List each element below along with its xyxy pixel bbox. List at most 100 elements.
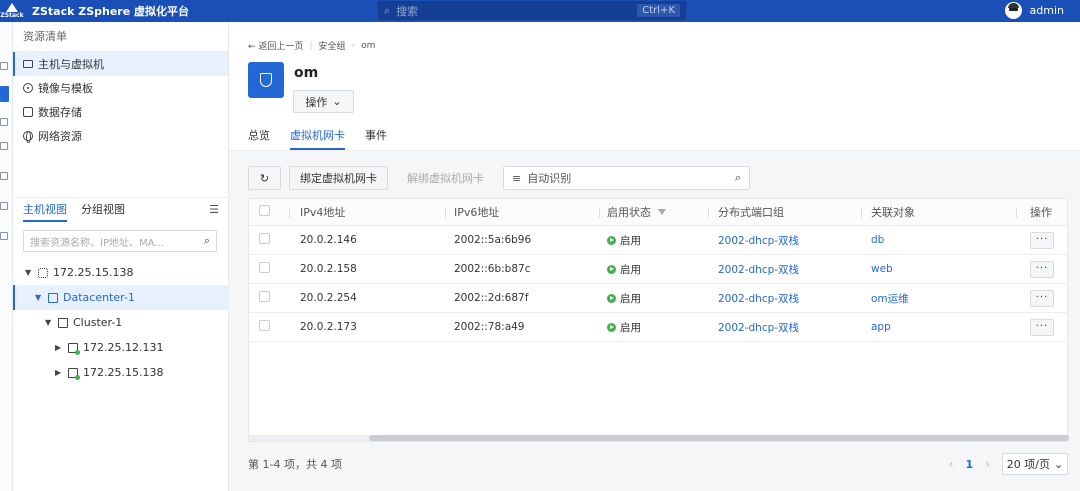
pagination: ‹ 1 › 20 项/页 ⌄ <box>949 453 1068 475</box>
database-icon <box>23 107 33 117</box>
icon-rail <box>0 22 13 491</box>
row-checkbox[interactable] <box>259 262 270 276</box>
table-row[interactable]: 20.0.2.158 2002::6b:b87c 启用 2002-dhcp-双栈… <box>249 255 1067 284</box>
search-icon[interactable]: ⌕ <box>735 171 741 185</box>
row-more-button[interactable]: ··· <box>1030 231 1054 249</box>
row-checkbox[interactable] <box>259 233 270 247</box>
refresh-icon: ↻ <box>259 171 270 185</box>
tree-node[interactable]: ▼ 172.25.15.138 <box>13 260 229 285</box>
status-text: 启用 <box>620 263 641 276</box>
enabled-status-icon <box>607 322 616 332</box>
col-ipv4[interactable]: IPv4地址 <box>300 204 345 220</box>
row-checkbox[interactable] <box>259 320 270 334</box>
refresh-button[interactable]: ↻ <box>248 166 281 190</box>
filter-input[interactable]: ≡ 自动识别 ⌕ <box>503 166 750 190</box>
col-object[interactable]: 关联对象 <box>871 204 915 220</box>
global-search[interactable]: ⌕ 搜索 Ctrl+K <box>378 1 686 20</box>
chevron-down-icon: ⌄ <box>1053 457 1064 471</box>
cell-object-link[interactable]: om运维 <box>871 291 909 306</box>
tab-host-view[interactable]: 主机视图 <box>23 198 67 222</box>
cell-object-link[interactable]: db <box>871 234 884 246</box>
caret-down-icon[interactable]: ▼ <box>45 318 53 327</box>
sidebar-item-network[interactable]: 网络资源 <box>13 124 228 148</box>
user-name[interactable]: admin <box>1030 4 1064 17</box>
logo-text: ZStack <box>0 12 24 19</box>
select-all-checkbox[interactable] <box>259 205 270 219</box>
nic-panel: ↻ 绑定虚拟机网卡 解绑虚拟机网卡 ≡ 自动识别 ⌕ IPv4地址 IPv6地址… <box>229 151 1080 491</box>
view-tabs: 主机视图 分组视图 ☰ <box>13 197 229 222</box>
sidebar-item-hosts-vms[interactable]: 主机与虚拟机 <box>13 52 228 76</box>
prev-page-icon[interactable]: ‹ <box>949 457 954 471</box>
rail-nav-icon[interactable] <box>0 202 8 210</box>
zstack-logo[interactable]: ZStack <box>0 0 24 22</box>
tab-events[interactable]: 事件 <box>365 122 387 150</box>
next-page-icon[interactable]: › <box>985 457 990 471</box>
tab-vm-nics[interactable]: 虚拟机网卡 <box>290 122 345 150</box>
horizontal-scrollbar-thumb[interactable] <box>369 435 1069 441</box>
rail-nav-icon[interactable] <box>0 62 8 70</box>
user-menu[interactable]: admin <box>1004 2 1064 19</box>
rail-nav-icon[interactable] <box>0 142 8 150</box>
column-separator <box>708 207 709 218</box>
col-portgroup[interactable]: 分布式端口组 <box>718 204 784 220</box>
rail-nav-icon[interactable] <box>0 172 8 180</box>
column-separator <box>289 207 290 218</box>
current-page[interactable]: 1 <box>966 458 974 471</box>
actions-button[interactable]: 操作 ⌄ <box>293 90 354 113</box>
globe-icon <box>23 131 33 143</box>
avatar[interactable] <box>1004 2 1022 19</box>
cell-object-link[interactable]: app <box>871 321 891 333</box>
table-row[interactable]: 20.0.2.173 2002::78:a49 启用 2002-dhcp-双栈 … <box>249 313 1067 342</box>
row-more-button[interactable]: ··· <box>1030 289 1054 307</box>
cell-portgroup-link[interactable]: 2002-dhcp-双栈 <box>718 320 799 335</box>
group-icon <box>38 267 48 278</box>
caret-right-icon[interactable]: ▶ <box>55 343 63 352</box>
column-separator <box>445 207 446 218</box>
col-ipv6[interactable]: IPv6地址 <box>454 204 499 220</box>
tab-overview[interactable]: 总览 <box>248 122 270 150</box>
breadcrumb-parent[interactable]: 安全组 <box>318 39 345 52</box>
cell-portgroup-link[interactable]: 2002-dhcp-双栈 <box>718 262 799 277</box>
bind-nic-button[interactable]: 绑定虚拟机网卡 <box>289 166 388 190</box>
shield-icon <box>260 73 272 87</box>
page-size-value: 20 项/页 <box>1006 458 1050 471</box>
app-title: ZStack ZSphere 虚拟化平台 <box>32 5 190 18</box>
row-checkbox[interactable] <box>259 291 270 305</box>
tree-node-label: 172.25.12.131 <box>83 341 164 354</box>
sidebar-item-images[interactable]: 镜像与模板 <box>13 76 228 100</box>
cell-status: 启用 <box>607 233 641 248</box>
sidebar-item-label: 主机与虚拟机 <box>38 58 104 71</box>
rail-resources-icon[interactable] <box>0 86 9 102</box>
nic-table: IPv4地址 IPv6地址 启用状态 分布式端口组 关联对象 操作 20.0.2… <box>248 198 1069 442</box>
table-row[interactable]: 20.0.2.146 2002::5a:6b96 启用 2002-dhcp-双栈… <box>249 226 1067 255</box>
unbind-nic-button[interactable]: 解绑虚拟机网卡 <box>396 166 495 190</box>
filter-lines-icon: ≡ <box>512 171 522 185</box>
filter-funnel-icon[interactable] <box>658 209 666 215</box>
row-more-button[interactable]: ··· <box>1030 260 1054 278</box>
tree-node[interactable]: ▶ 172.25.15.138 <box>13 360 229 385</box>
caret-down-icon[interactable]: ▼ <box>25 268 33 277</box>
rail-nav-icon[interactable] <box>0 118 8 126</box>
rail-nav-icon[interactable] <box>0 232 8 240</box>
sidebar-item-storage[interactable]: 数据存储 <box>13 100 228 124</box>
table-row[interactable]: 20.0.2.254 2002::2d:687f 启用 2002-dhcp-双栈… <box>249 284 1067 313</box>
caret-right-icon[interactable]: ▶ <box>55 368 63 377</box>
page-size-select[interactable]: 20 项/页 ⌄ <box>1002 453 1068 475</box>
status-text: 启用 <box>620 234 641 247</box>
tree-node[interactable]: ▼ Datacenter-1 <box>13 285 229 310</box>
list-settings-icon[interactable]: ☰ <box>209 203 219 216</box>
cell-portgroup-link[interactable]: 2002-dhcp-双栈 <box>718 233 799 248</box>
tab-group-view[interactable]: 分组视图 <box>81 198 125 222</box>
col-status[interactable]: 启用状态 <box>607 204 666 220</box>
row-more-button[interactable]: ··· <box>1030 318 1054 336</box>
caret-down-icon[interactable]: ▼ <box>35 293 43 302</box>
breadcrumb-current: om <box>361 40 376 51</box>
cell-object-link[interactable]: web <box>871 263 893 275</box>
tree-node[interactable]: ▼ Cluster-1 <box>13 310 229 335</box>
search-icon[interactable]: ⌕ <box>204 234 210 248</box>
tree-node[interactable]: ▶ 172.25.12.131 <box>13 335 229 360</box>
back-link[interactable]: ← 返回上一页 <box>248 39 303 52</box>
cell-portgroup-link[interactable]: 2002-dhcp-双栈 <box>718 291 799 306</box>
tree-search-input[interactable]: 搜索资源名称、IP地址、MA... ⌕ <box>23 230 217 252</box>
pagination-summary: 第 1-4 项，共 4 项 <box>248 458 342 471</box>
